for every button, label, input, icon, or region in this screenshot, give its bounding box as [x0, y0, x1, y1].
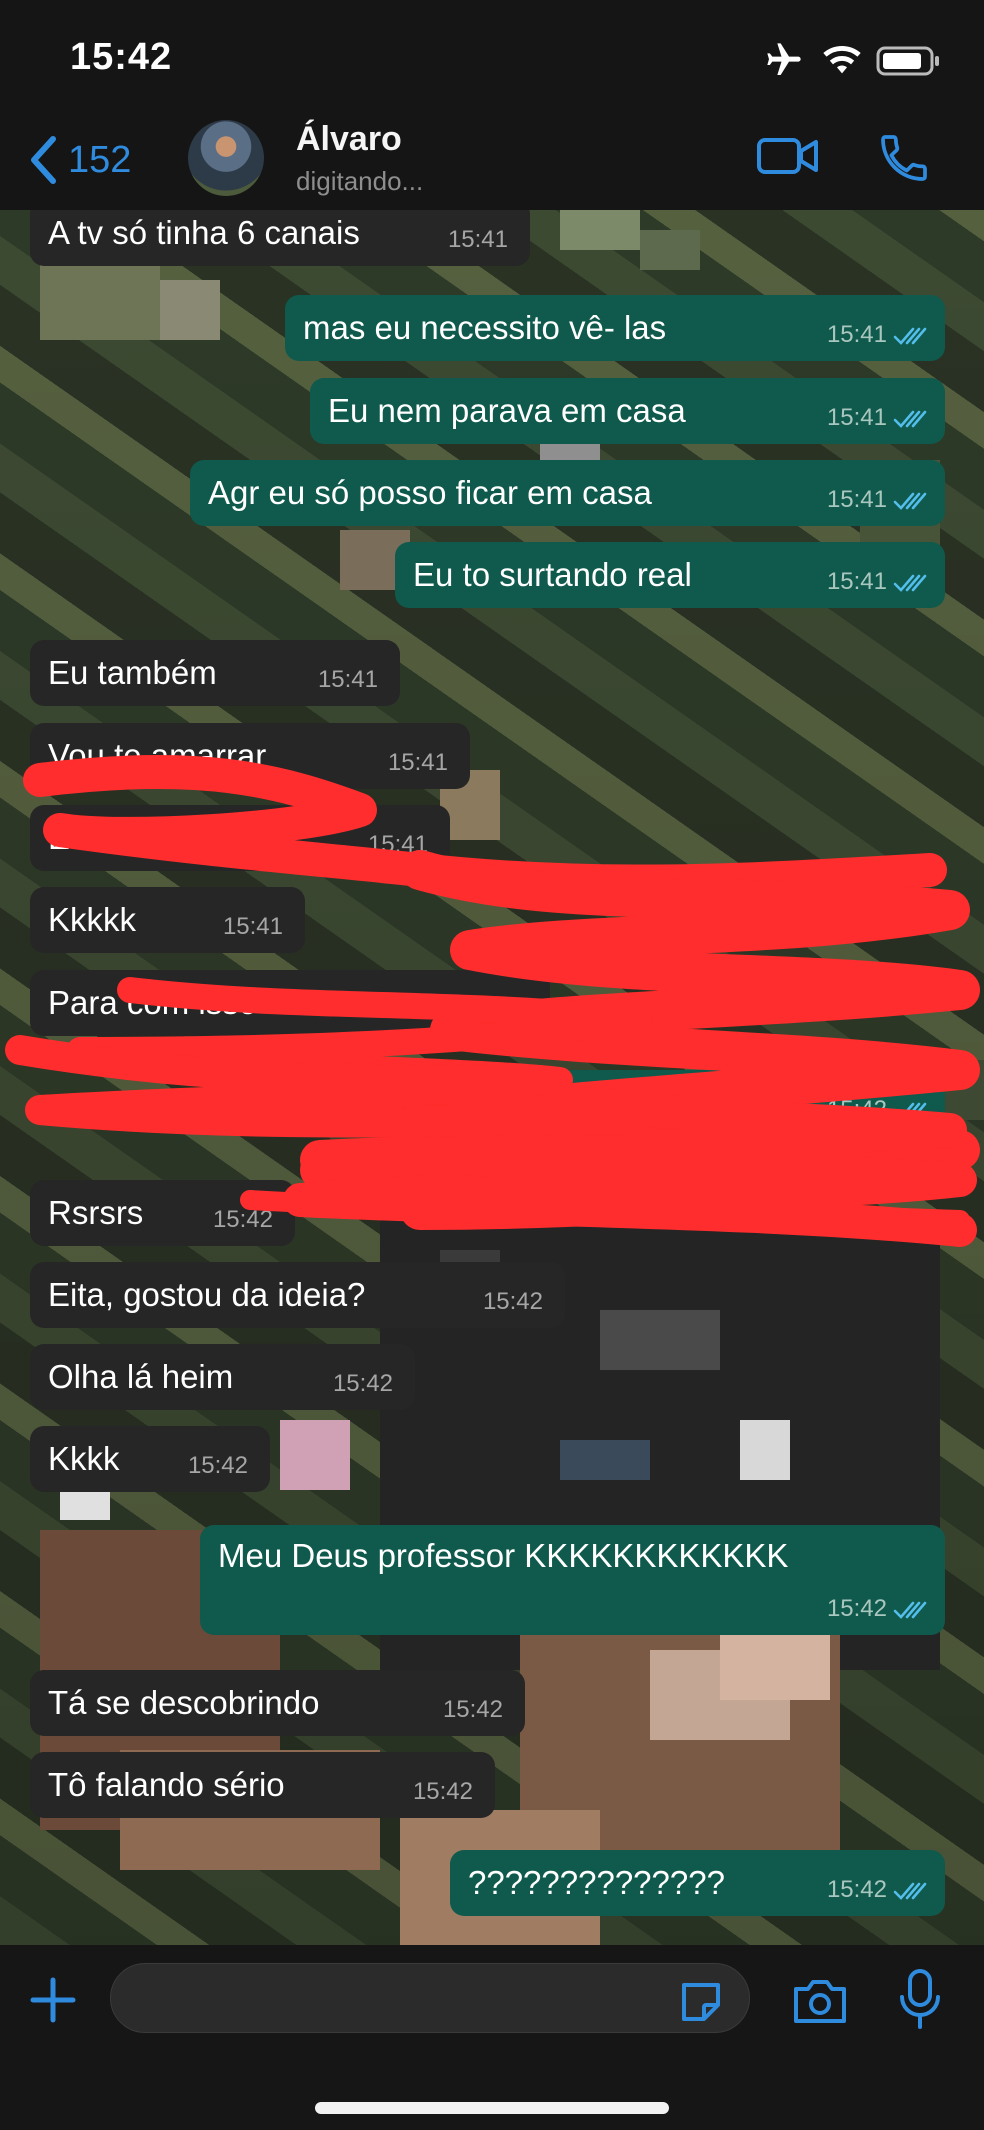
back-button[interactable]: 152 — [28, 130, 131, 190]
message-time: 15:42 — [412, 1778, 473, 1805]
message-text: E te chicotear — [48, 819, 250, 856]
microphone-icon[interactable] — [898, 1967, 942, 2033]
video-call-icon[interactable] — [756, 134, 820, 178]
message-text: Para com isso heim — [48, 984, 338, 1021]
message-text: ?????????????? — [468, 1864, 725, 1901]
chat-header: 152 Álvaro digitando... — [0, 120, 984, 210]
message-time: 15:42 — [826, 1096, 887, 1123]
outgoing-message-bubble[interactable]: ?????????????? 15:42 — [450, 1850, 945, 1916]
read-receipt-icon — [893, 327, 927, 345]
message-time: 15:41 — [317, 666, 378, 693]
wifi-icon — [823, 45, 861, 74]
message-time: 15:42 — [482, 1288, 543, 1315]
message-text: A tv só tinha 6 canais — [48, 214, 360, 251]
message-text: Kkkk — [48, 1440, 120, 1477]
incoming-message-bubble[interactable]: Kkkk 15:42 — [30, 1426, 270, 1492]
incoming-message-bubble[interactable]: Para com isso heim 15:42 — [30, 970, 550, 1036]
read-receipt-icon — [893, 492, 927, 510]
incoming-message-bubble[interactable]: Olha lá heim 15:42 — [30, 1344, 415, 1410]
airplane-mode-icon — [767, 43, 801, 75]
camera-icon[interactable] — [790, 1975, 850, 2027]
message-time: 15:41 — [447, 226, 508, 253]
outgoing-message-bubble[interactable]: KKKKKKKK 15:42 — [530, 1070, 945, 1136]
incoming-message-bubble[interactable]: Tô falando sério 15:42 — [30, 1752, 495, 1818]
read-receipt-icon — [893, 574, 927, 592]
message-text: Eu nem parava em casa — [328, 392, 686, 429]
message-text: Eu to surtando real — [413, 556, 692, 593]
incoming-message-bubble[interactable]: Eita, gostou da ideia? 15:42 — [30, 1262, 565, 1328]
message-text: Agr eu só posso ficar em casa — [208, 474, 652, 511]
read-receipt-icon — [893, 1601, 927, 1619]
read-receipt-icon — [893, 1102, 927, 1120]
message-time: 15:42 — [442, 1696, 503, 1723]
message-time: 15:42 — [826, 1595, 887, 1622]
outgoing-message-bubble[interactable]: Meu Deus professor KKKKKKKKKKKK 15:42 — [200, 1525, 945, 1635]
home-indicator — [315, 2102, 669, 2114]
incoming-message-bubble[interactable]: Vou te amarrar 15:41 — [30, 723, 470, 789]
message-text: KKKKKKKK — [548, 1084, 725, 1121]
message-time: 15:41 — [222, 913, 283, 940]
battery-icon — [876, 46, 939, 76]
message-time: 15:41 — [826, 404, 887, 431]
incoming-message-bubble[interactable]: Kkkkk 15:41 — [30, 887, 305, 953]
chevron-left-icon — [31, 136, 56, 184]
status-icons — [764, 40, 944, 80]
status-time: 15:42 — [70, 36, 173, 78]
message-text: Eita, gostou da ideia? — [48, 1276, 366, 1313]
sticker-icon[interactable] — [676, 1977, 726, 2027]
message-time: 15:42 — [187, 1452, 248, 1479]
message-text: Vou te amarrar — [48, 737, 267, 774]
message-time: 15:41 — [367, 831, 428, 858]
message-time: 15:41 — [387, 749, 448, 776]
outgoing-message-bubble[interactable]: Agr eu só posso ficar em casa 15:41 — [190, 460, 945, 526]
read-receipt-icon — [893, 410, 927, 428]
message-time: 15:41 — [826, 321, 887, 348]
message-text: Kkkkk — [48, 901, 137, 938]
message-text: Tô falando sério — [48, 1766, 285, 1803]
incoming-message-bubble[interactable]: Eu também 15:41 — [30, 640, 400, 706]
phone-icon[interactable] — [876, 130, 932, 186]
plus-icon[interactable] — [28, 1975, 78, 2025]
message-text: Tá se descobrindo — [48, 1684, 320, 1721]
contact-status: digitando... — [296, 166, 424, 196]
message-time: 15:42 — [467, 996, 528, 1023]
outgoing-message-bubble[interactable]: mas eu necessito vê- las 15:41 — [285, 295, 945, 361]
incoming-message-bubble[interactable]: E te chicotear 15:41 — [30, 805, 450, 871]
message-text: Rsrsrs — [48, 1194, 144, 1231]
message-text: Meu Deus professor KKKKKKKKKKKK — [218, 1537, 789, 1574]
outgoing-message-bubble[interactable]: Eu nem parava em casa 15:41 — [310, 378, 945, 444]
message-time: 15:42 — [212, 1206, 273, 1233]
status-bar: 15:42 — [0, 0, 984, 120]
message-text: mas eu necessito vê- las — [303, 309, 667, 346]
read-receipt-icon — [893, 1882, 927, 1900]
message-time: 15:41 — [826, 486, 887, 513]
message-time: 15:42 — [332, 1370, 393, 1397]
avatar[interactable] — [188, 120, 264, 196]
message-text: Eu também — [48, 654, 217, 691]
chat-area[interactable]: A tv só tinha 6 canais 15:41 mas eu necess… — [0, 210, 984, 1945]
unread-count: 152 — [68, 138, 132, 181]
message-text: Olha lá heim — [48, 1358, 234, 1395]
incoming-message-bubble[interactable]: A tv só tinha 6 canais 15:41 — [30, 210, 530, 266]
contact-name[interactable]: Álvaro — [296, 120, 402, 159]
message-time: 15:42 — [826, 1876, 887, 1903]
message-input[interactable] — [110, 1963, 750, 2033]
outgoing-message-bubble[interactable]: Eu to surtando real 15:41 — [395, 542, 945, 608]
incoming-message-bubble[interactable]: Rsrsrs 15:42 — [30, 1180, 295, 1246]
incoming-message-bubble[interactable]: Tá se descobrindo 15:42 — [30, 1670, 525, 1736]
message-time: 15:41 — [826, 568, 887, 595]
